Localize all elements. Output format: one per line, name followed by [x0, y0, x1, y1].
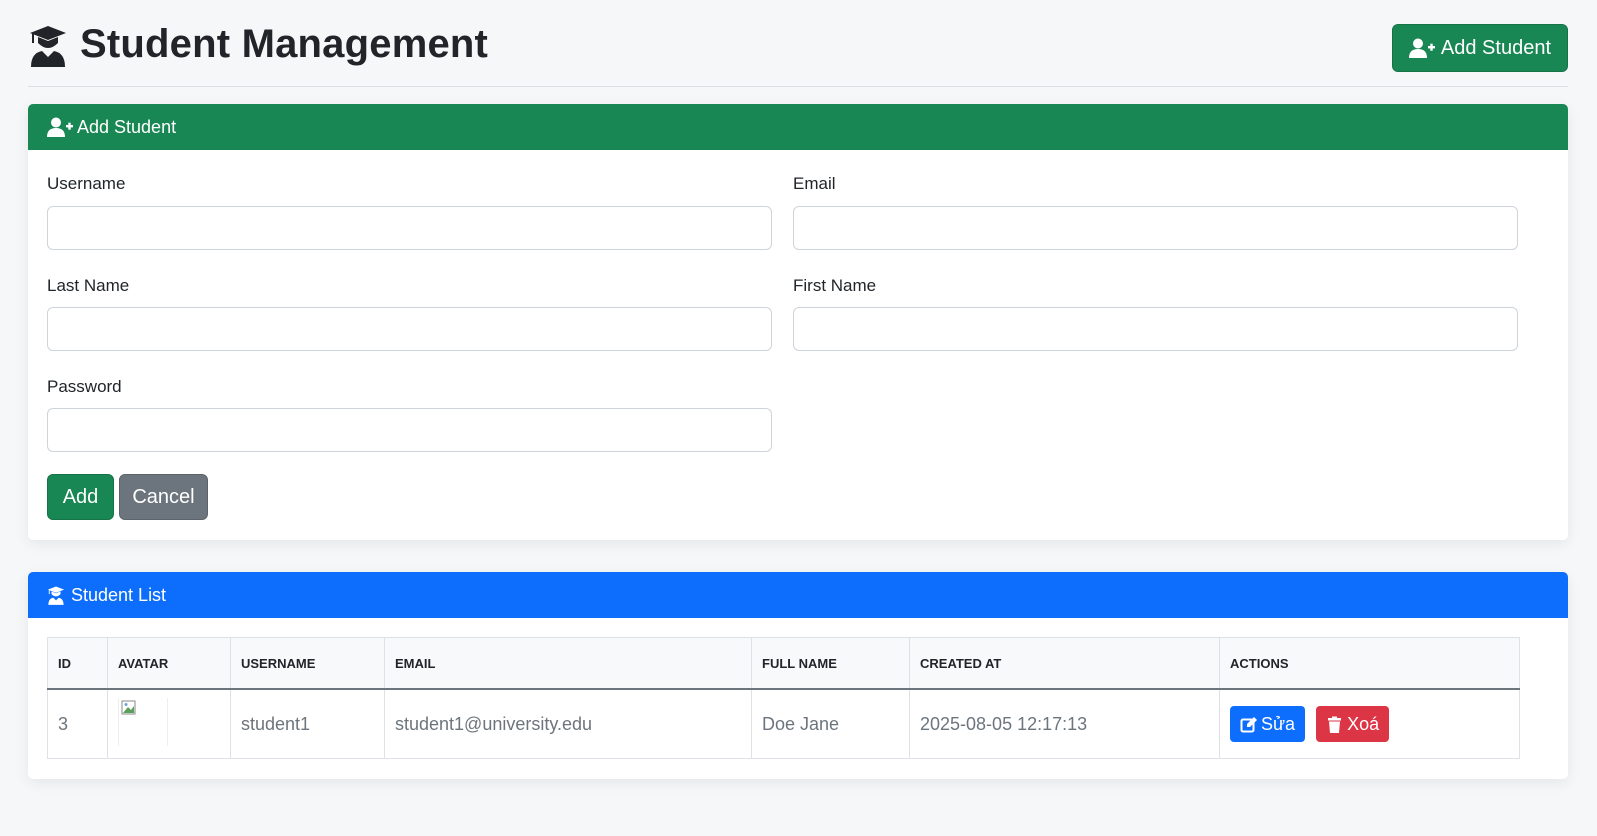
page-header: Student Management Add Student [28, 18, 1568, 87]
student-list-card: Student List ID AVATAR USERNAME EMAIL FU… [28, 572, 1568, 779]
title-wrap: Student Management [28, 22, 488, 67]
first-name-label: First Name [793, 276, 877, 295]
cell-actions: Sửa Xoá [1219, 688, 1520, 759]
column-header-created-at: CREATED AT [909, 637, 1220, 690]
page-title: Student Management [80, 22, 489, 66]
table-row: 3 student1 student1@university.edu Doe J… [47, 688, 1520, 759]
username-input[interactable] [47, 206, 772, 250]
user-plus-icon [1408, 38, 1435, 58]
add-student-card-title: Add Student [77, 116, 177, 137]
first-name-input[interactable] [793, 307, 1518, 351]
edit-icon [1240, 716, 1257, 732]
trash-icon [1328, 716, 1342, 733]
table-header-row: ID AVATAR USERNAME EMAIL FULL NAME CREAT… [47, 637, 1520, 690]
delete-button-label: Xoá [1347, 713, 1380, 734]
cell-avatar [107, 688, 231, 759]
last-name-input[interactable] [47, 307, 772, 351]
student-table: ID AVATAR USERNAME EMAIL FULL NAME CREAT… [47, 637, 1520, 759]
broken-image-icon [121, 700, 136, 714]
last-name-label: Last Name [47, 276, 130, 295]
cell-username: student1 [230, 688, 385, 759]
column-header-full-name: FULL NAME [751, 637, 910, 690]
header-add-student-label: Add Student [1440, 36, 1551, 59]
email-label: Email [793, 174, 836, 193]
user-plus-icon [47, 117, 73, 137]
column-header-actions: ACTIONS [1219, 637, 1520, 690]
cell-email: student1@university.edu [384, 688, 752, 759]
student-list-card-header: Student List [28, 572, 1568, 618]
password-input[interactable] [47, 408, 772, 452]
cell-created-at: 2025-08-05 12:17:13 [909, 688, 1220, 759]
delete-button[interactable]: Xoá [1316, 706, 1390, 742]
username-label: Username [47, 174, 126, 193]
add-student-card: Add Student Username Email Last Name Fir… [28, 104, 1568, 540]
header-add-student-button[interactable]: Add Student [1391, 24, 1568, 72]
edit-button-label: Sửa [1261, 713, 1296, 734]
column-header-username: USERNAME [230, 637, 385, 690]
email-input[interactable] [793, 206, 1518, 250]
user-graduate-icon [47, 585, 67, 605]
avatar [118, 697, 168, 746]
add-student-card-header: Add Student [28, 104, 1568, 150]
student-list-card-title: Student List [71, 584, 167, 605]
column-header-email: EMAIL [384, 637, 752, 690]
password-label: Password [47, 377, 122, 396]
add-button[interactable]: Add [47, 474, 114, 520]
column-header-avatar: AVATAR [107, 637, 231, 690]
column-header-id: ID [47, 637, 108, 690]
edit-button[interactable]: Sửa [1230, 706, 1306, 742]
cancel-button[interactable]: Cancel [119, 474, 208, 520]
cell-full-name: Doe Jane [751, 688, 910, 759]
cell-id: 3 [47, 688, 108, 759]
user-graduate-icon [28, 23, 68, 67]
